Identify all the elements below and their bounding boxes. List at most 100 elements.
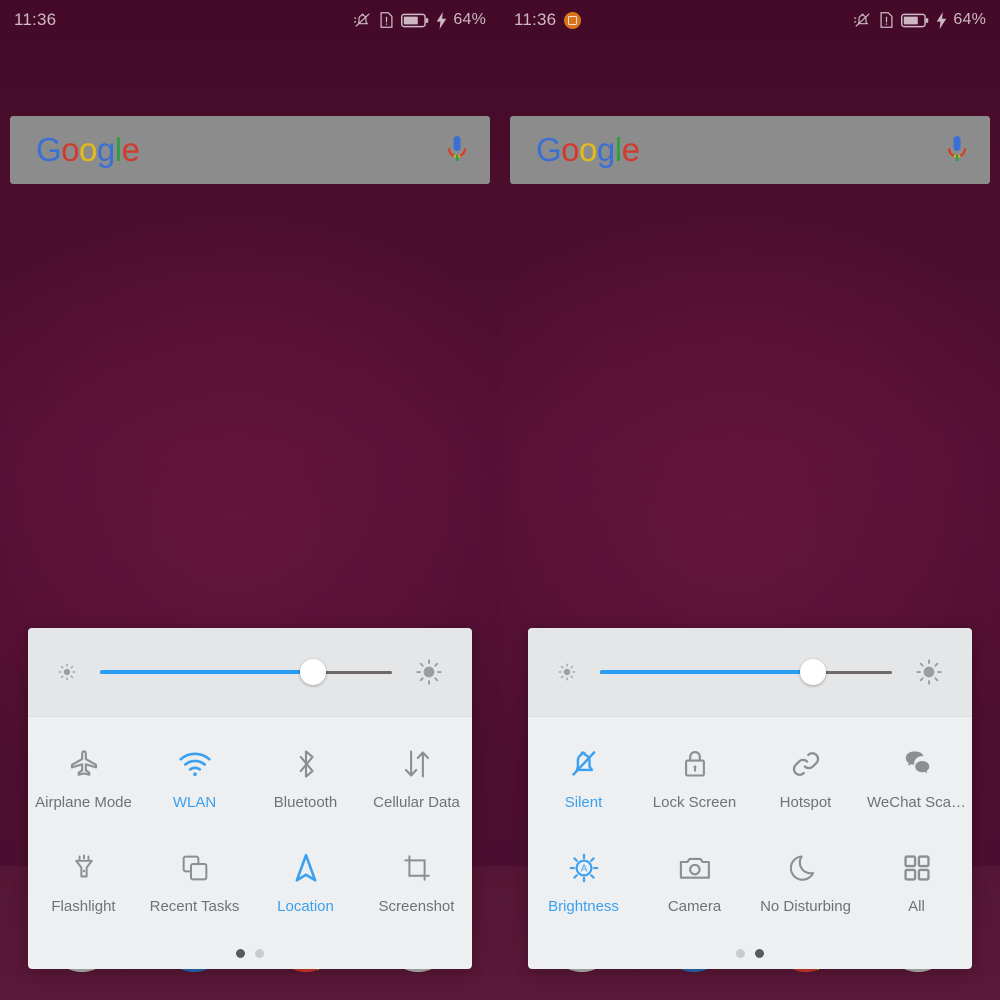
brightness-high-icon[interactable]	[914, 657, 944, 687]
toggle-label: Screenshot	[378, 897, 455, 915]
toggle-lock-screen[interactable]: Lock Screen	[639, 725, 750, 829]
quick-toggle-grid: Airplane Mode WLAN Bluetooth Cellular Da…	[28, 717, 472, 937]
status-clock: 11:36	[14, 10, 57, 29]
slider-knob[interactable]	[800, 659, 827, 685]
silent-bell-icon	[853, 11, 872, 30]
google-logo: Google	[36, 130, 140, 168]
toggle-no-disturbing[interactable]: No Disturbing	[750, 829, 861, 933]
charging-bolt-icon	[436, 11, 447, 29]
microphone-icon[interactable]	[444, 133, 470, 167]
page-dot-1[interactable]	[236, 948, 245, 958]
toggle-label: Brightness	[548, 897, 619, 915]
battery-icon	[401, 13, 429, 28]
quick-toggle-row-2: Flashlight Recent Tasks Location Screens…	[28, 829, 472, 933]
toggle-bluetooth[interactable]: Bluetooth	[250, 725, 361, 829]
google-search-widget[interactable]: Google	[10, 116, 490, 184]
google-search-widget[interactable]: Google	[510, 116, 990, 184]
battery-percent-label: 64%	[953, 11, 986, 28]
toggle-label: Camera	[667, 897, 722, 915]
toggle-wlan[interactable]: WLAN	[139, 725, 250, 829]
control-center-panel: Silent Lock Screen Hotspot WeChat Sca… A…	[528, 628, 972, 969]
control-center-panel: Airplane Mode WLAN Bluetooth Cellular Da…	[28, 628, 472, 969]
camera-icon	[678, 848, 712, 888]
svg-text:A: A	[580, 863, 587, 874]
toggle-label: Lock Screen	[652, 793, 737, 811]
status-bar-right: 64%	[853, 11, 986, 30]
brightness-slider[interactable]	[600, 659, 892, 685]
phone-panel-left: 11:36 64% Google Airplane Mode WLAN Blue…	[0, 0, 500, 1000]
status-bar-left: 11:36	[514, 10, 582, 30]
toggle-label: Flashlight	[51, 897, 116, 915]
google-logo: Google	[536, 130, 640, 168]
sim-alert-icon	[879, 11, 894, 29]
brightness-low-icon[interactable]	[56, 661, 78, 683]
toggle-auto-brightness[interactable]: A Brightness	[528, 829, 639, 933]
location-arrow-icon	[291, 848, 321, 888]
sim-alert-icon	[379, 11, 394, 29]
toggle-label: Silent	[564, 793, 603, 811]
toggle-recent-tasks[interactable]: Recent Tasks	[139, 829, 250, 933]
screenshot-crop-icon	[401, 848, 433, 888]
toggle-label: WLAN	[172, 793, 217, 811]
status-bar: 11:36 64%	[0, 0, 500, 40]
toggle-hotspot[interactable]: Hotspot	[750, 725, 861, 829]
page-dot-2[interactable]	[255, 948, 264, 958]
airplane-icon	[67, 744, 101, 784]
brightness-high-icon[interactable]	[414, 657, 444, 687]
toggle-wechat-scan[interactable]: WeChat Sca…	[861, 725, 972, 829]
toggle-location[interactable]: Location	[250, 829, 361, 933]
screenshot-stage: 11:36 64% Google Airplane Mode WLAN Blue…	[0, 0, 1000, 1000]
page-dot-2[interactable]	[755, 948, 764, 958]
grid-all-icon	[902, 848, 932, 888]
quick-toggle-row-1: Airplane Mode WLAN Bluetooth Cellular Da…	[28, 725, 472, 829]
slider-knob[interactable]	[300, 659, 327, 685]
bluetooth-icon	[291, 744, 321, 784]
status-bar-left: 11:36	[14, 10, 56, 30]
toggle-label: No Disturbing	[760, 897, 851, 915]
slider-track-fill	[600, 670, 814, 674]
screenshot-notification-badge[interactable]	[564, 11, 582, 29]
battery-icon	[901, 13, 929, 28]
toggle-label: Airplane Mode	[35, 793, 132, 811]
page-indicator[interactable]	[28, 937, 472, 969]
silent-bell-icon	[353, 11, 372, 30]
toggle-flashlight[interactable]: Flashlight	[28, 829, 139, 933]
wifi-icon	[178, 744, 212, 784]
slider-track-fill	[100, 670, 314, 674]
toggle-cellular-data[interactable]: Cellular Data	[361, 725, 472, 829]
lock-icon	[680, 744, 710, 784]
page-indicator[interactable]	[528, 937, 972, 969]
page-dot-1[interactable]	[736, 948, 745, 958]
toggle-screenshot[interactable]: Screenshot	[361, 829, 472, 933]
toggle-camera[interactable]: Camera	[639, 829, 750, 933]
toggle-label: Cellular Data	[373, 793, 460, 811]
toggle-label: Recent Tasks	[149, 897, 240, 915]
brightness-low-icon[interactable]	[556, 661, 578, 683]
flashlight-icon	[68, 848, 100, 888]
brightness-slider[interactable]	[100, 659, 392, 685]
auto-brightness-icon: A	[567, 848, 601, 888]
brightness-slider-row	[528, 628, 972, 717]
quick-toggle-row-2: A Brightness Camera No Disturbing All	[528, 829, 972, 933]
toggle-label: Bluetooth	[273, 793, 338, 811]
link-icon	[789, 744, 823, 784]
status-bar-right: 64%	[353, 11, 486, 30]
battery-percent-label: 64%	[453, 11, 486, 28]
toggle-label: All	[908, 897, 925, 915]
toggle-silent[interactable]: Silent	[528, 725, 639, 829]
toggle-all[interactable]: All	[861, 829, 972, 933]
quick-toggle-grid: Silent Lock Screen Hotspot WeChat Sca… A…	[528, 717, 972, 937]
toggle-label: Location	[277, 897, 334, 915]
screenshot-badge-glyph	[568, 15, 578, 25]
data-transfer-icon	[401, 744, 433, 784]
quick-toggle-row-1: Silent Lock Screen Hotspot WeChat Sca…	[528, 725, 972, 829]
microphone-icon[interactable]	[944, 133, 970, 167]
brightness-slider-row	[28, 628, 472, 717]
toggle-airplane-mode[interactable]: Airplane Mode	[28, 725, 139, 829]
charging-bolt-icon	[936, 11, 947, 29]
status-bar: 11:36 64%	[500, 0, 1000, 40]
wechat-scan-icon	[900, 744, 934, 784]
silent-bell-icon	[567, 744, 601, 784]
toggle-label: Hotspot	[779, 793, 832, 811]
status-clock: 11:36	[514, 10, 557, 29]
